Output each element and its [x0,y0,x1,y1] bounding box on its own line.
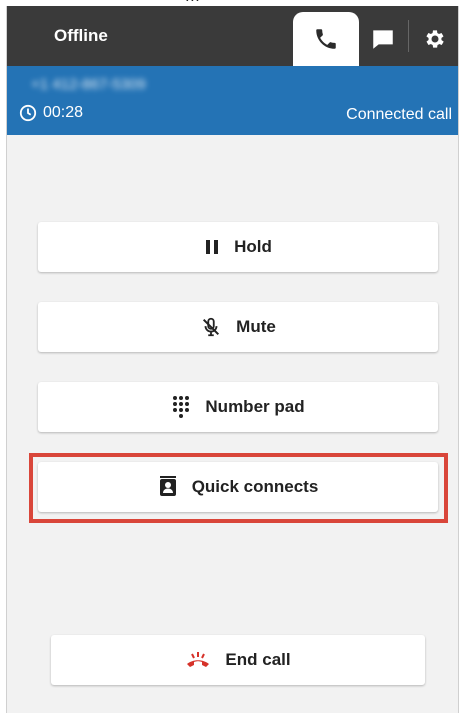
mic-muted-icon [200,316,222,338]
pause-icon [204,238,220,256]
mute-label: Mute [236,317,276,336]
number-pad-label: Number pad [205,397,305,416]
tab-chat[interactable] [359,12,407,66]
softphone-panel: Offline +1 412-867-5309 00:28 Connected … [6,6,459,713]
call-state: Connected call [346,106,452,123]
hang-up-icon [185,650,211,670]
mute-button[interactable]: Mute [38,302,438,352]
end-call-label: End call [225,650,291,669]
top-bar: Offline [7,6,458,66]
quick-connects-label: Quick connects [191,477,319,496]
caller-number: +1 412-867-5309 [31,76,146,93]
dialpad-icon [171,395,191,419]
gear-icon [423,27,447,51]
call-status-bar: +1 412-867-5309 00:28 Connected call [7,66,458,135]
end-call-button[interactable]: End call [51,635,425,685]
clock-icon [19,104,37,122]
contact-book-icon [158,476,178,498]
tab-settings[interactable] [411,12,458,66]
tab-divider [408,20,409,52]
call-timer-value: 00:28 [43,104,84,121]
hold-button[interactable]: Hold [38,222,438,272]
call-timer: 00:28 [19,104,83,122]
agent-status[interactable]: Offline [54,26,108,46]
tab-phone[interactable] [293,12,359,66]
hold-label: Hold [234,237,272,256]
phone-icon [313,26,339,52]
number-pad-button[interactable]: Number pad [38,382,438,432]
quick-connects-button[interactable]: Quick connects [38,462,438,512]
chat-icon [370,26,396,52]
